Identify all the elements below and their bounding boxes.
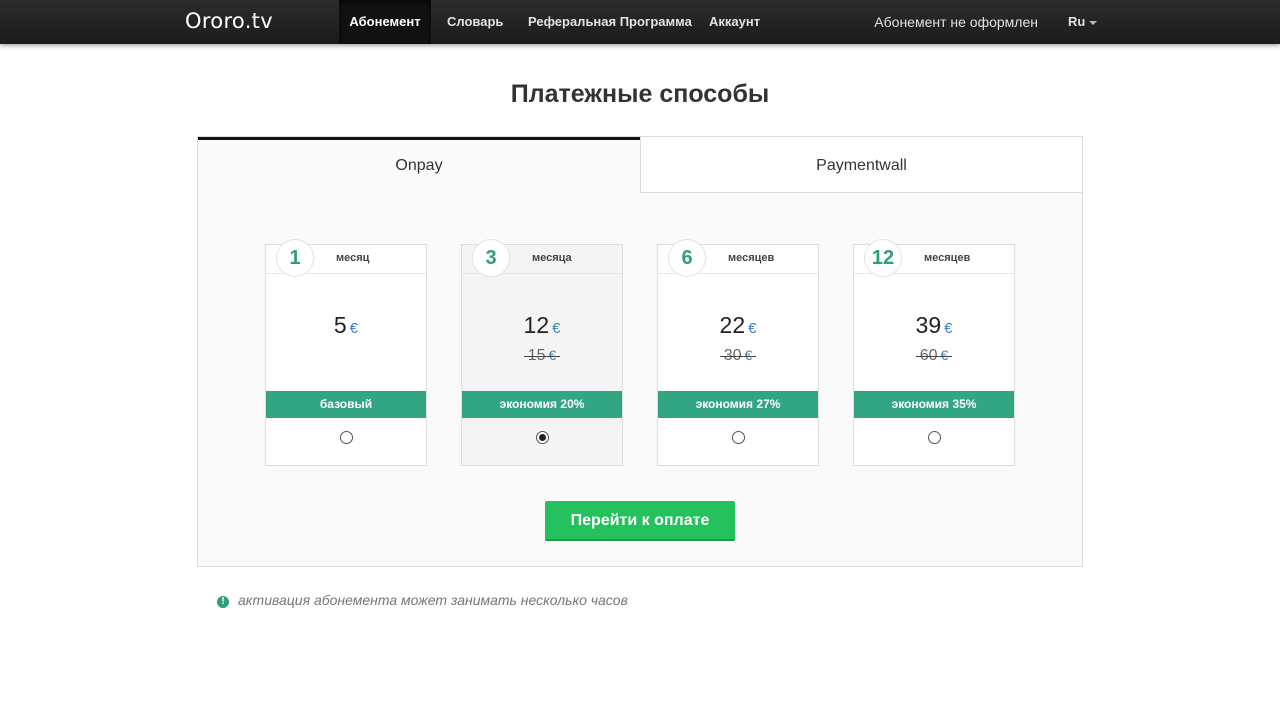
price-value: 5 [333,312,347,338]
nav-account[interactable]: Аккаунт [709,0,760,44]
euro-icon: € [548,347,557,363]
old-price-value: 60 [919,347,938,364]
nav-referral-program[interactable]: Реферальная Программа [528,0,692,44]
plan-old-price: 30 € [658,347,818,365]
plan-count: 6 [668,239,706,277]
price-value: 22 [719,312,746,338]
euro-icon: € [944,320,953,337]
plan-count: 1 [276,239,314,277]
payment-panel: Onpay Paymentwall 1 месяц 5 € базовый 3 м… [197,136,1083,567]
tab-onpay[interactable]: Onpay [198,137,640,193]
plan-card-1-month[interactable]: 1 месяц 5 € базовый [265,239,427,466]
caret-down-icon [1089,20,1098,25]
top-navbar: Ororo.tv Абонемент Словарь Реферальная П… [0,0,1280,44]
plan-unit: месяца [532,252,572,264]
nav-subscription[interactable]: Абонемент [339,0,431,44]
old-price-value: 30 [723,347,742,364]
euro-icon: € [552,320,561,337]
plan-header: 1 месяц [266,239,426,277]
brand-logo[interactable]: Ororo.tv [185,9,273,33]
plan-header: 12 месяцев [854,239,1014,277]
plan-card-3-months[interactable]: 3 месяца 12 € 15 € экономия 20% [461,239,623,466]
proceed-to-payment-button[interactable]: Перейти к оплате [545,501,735,541]
plan-radio[interactable] [536,431,549,444]
language-label: Ru [1068,14,1086,29]
plan-radio[interactable] [928,431,941,444]
plan-badge: экономия 27% [658,391,818,418]
price-value: 12 [523,312,550,338]
old-price-value: 15 [527,347,546,364]
plan-header: 6 месяцев [658,239,818,277]
plan-unit: месяц [336,252,370,264]
note-text: активация абонемента может занимать неск… [238,592,628,608]
plan-badge: экономия 20% [462,391,622,418]
plan-price: 12 € [462,312,622,339]
plan-card-12-months[interactable]: 12 месяцев 39 € 60 € экономия 35% [853,239,1015,466]
plan-price: 39 € [854,312,1014,339]
page-title: Платежные способы [510,80,770,108]
plan-radio[interactable] [340,431,353,444]
price-value: 39 [915,312,942,338]
plan-unit: месяцев [728,252,775,264]
plan-unit: месяцев [924,252,971,264]
plan-count: 12 [864,239,902,277]
language-dropdown[interactable]: Ru [1068,0,1098,44]
subscription-status: Абонемент не оформлен [874,14,1038,30]
nav-dictionary[interactable]: Словарь [447,0,503,44]
exclamation-circle-icon: ! [217,596,229,608]
euro-icon: € [349,320,359,337]
plan-old-price: 60 € [854,347,1014,365]
euro-icon: € [744,347,753,363]
plan-radio[interactable] [732,431,745,444]
tab-paymentwall[interactable]: Paymentwall [640,137,1082,193]
plan-badge: экономия 35% [854,391,1014,418]
plan-count: 3 [472,239,510,277]
euro-icon: € [748,320,757,337]
plan-header: 3 месяца [462,239,622,277]
plan-badge: базовый [266,391,426,418]
plan-price: 5 € [266,312,426,339]
plan-card-6-months[interactable]: 6 месяцев 22 € 30 € экономия 27% [657,239,819,466]
plan-price: 22 € [658,312,818,339]
euro-icon: € [940,347,949,363]
plan-old-price: 15 € [462,347,622,365]
activation-note: ! активация абонемента может занимать нес… [217,592,628,608]
